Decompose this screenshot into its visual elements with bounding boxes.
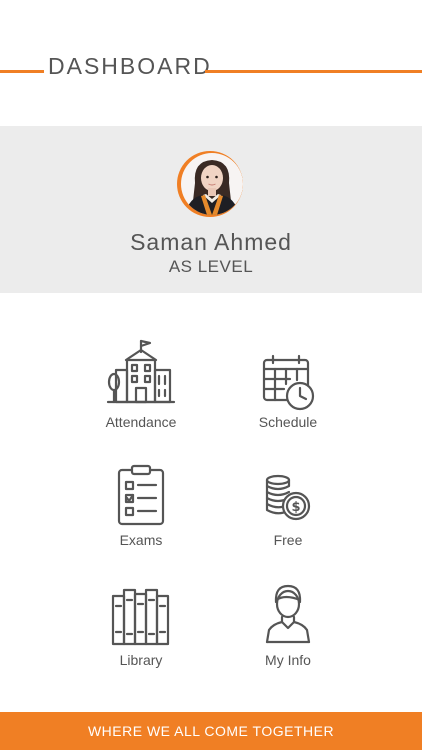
student-name: Saman Ahmed	[130, 229, 292, 255]
header-line-right	[205, 70, 422, 73]
free-label: Free	[273, 532, 303, 548]
coins-dollar-icon: $	[265, 474, 311, 521]
dashboard-header: DASHBOARD	[0, 50, 422, 84]
exams-tile[interactable]: Exams	[71, 460, 211, 570]
footer-tagline-bar: WHERE WE ALL COME TOGETHER	[0, 712, 422, 750]
avatar-photo	[181, 153, 243, 215]
school-building-icon	[106, 339, 176, 404]
books-icon	[111, 588, 170, 646]
my-info-label: My Info	[265, 652, 311, 668]
svg-text:$: $	[291, 500, 300, 515]
header-line-left	[0, 70, 44, 73]
library-label: Library	[119, 652, 163, 668]
avatar-photo-image	[185, 160, 239, 215]
schedule-label: Schedule	[258, 414, 318, 430]
free-tile[interactable]: $ Free	[218, 460, 358, 570]
avatar[interactable]	[177, 151, 243, 217]
user-profile-icon	[265, 584, 311, 644]
student-level: AS LEVEL	[168, 257, 254, 276]
clipboard-checklist-icon	[117, 464, 165, 526]
attendance-label: Attendance	[105, 414, 177, 430]
library-tile[interactable]: Library	[71, 580, 211, 690]
profile-card: Saman Ahmed AS LEVEL	[0, 126, 422, 293]
exams-label: Exams	[119, 532, 163, 548]
my-info-tile[interactable]: My Info	[218, 580, 358, 690]
page-title: DASHBOARD	[48, 53, 212, 79]
attendance-tile[interactable]: Attendance	[71, 338, 211, 448]
calendar-clock-icon	[262, 354, 315, 411]
footer-tagline: WHERE WE ALL COME TOGETHER	[87, 723, 335, 739]
schedule-tile[interactable]: Schedule	[218, 338, 358, 448]
